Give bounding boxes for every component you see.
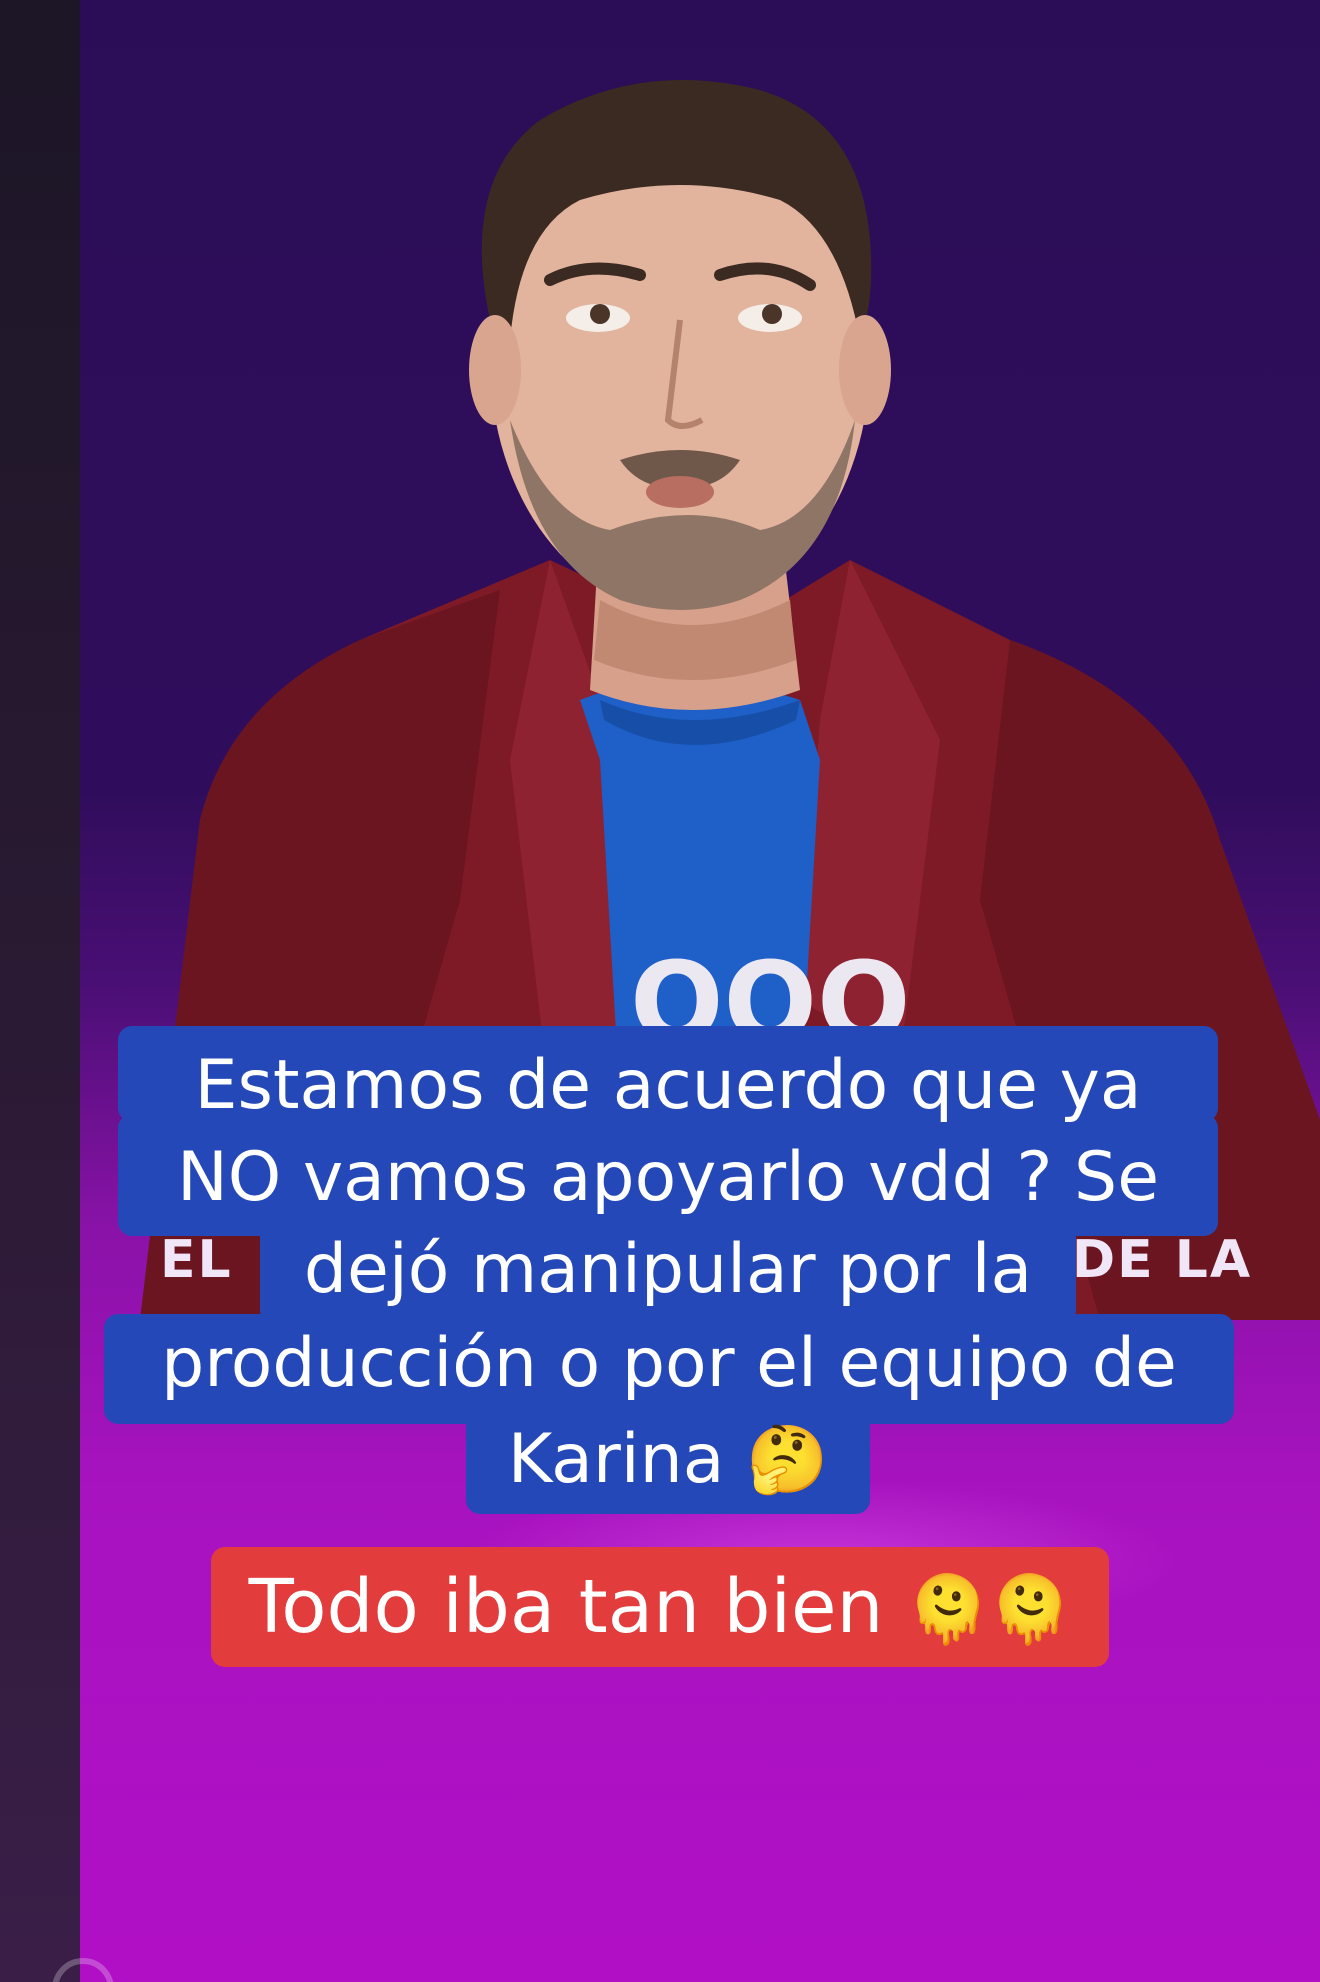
caption-line-2: NO vamos apoyarlo vdd ? Se [176, 1138, 1160, 1217]
thinking-face-icon: 🤔 [746, 1421, 829, 1498]
red-caption-text: Todo iba tan bien [248, 1564, 884, 1650]
previous-video-edge [0, 0, 80, 1982]
video-frame[interactable]: OOO EL DE LA [80, 0, 1320, 1982]
melting-face-icon: 🫠🫠 [907, 1571, 1072, 1648]
caption-line-4: producción o por el equipo de [161, 1324, 1177, 1403]
caption-line-3: dejó manipular por la [303, 1230, 1033, 1309]
video-screen[interactable]: OOO EL DE LA Estamos de acuerdo que ya N… [0, 0, 1320, 1982]
background-logo-text-left: EL [160, 1230, 233, 1290]
caption-line-5: Karina 🤔 [466, 1414, 870, 1506]
red-caption: Todo iba tan bien 🫠🫠 [211, 1547, 1109, 1667]
caption-line-5-text: Karina [507, 1420, 725, 1499]
caption-line-1: Estamos de acuerdo que ya [194, 1046, 1142, 1125]
background-logo-text-right: DE LA [1072, 1230, 1253, 1290]
